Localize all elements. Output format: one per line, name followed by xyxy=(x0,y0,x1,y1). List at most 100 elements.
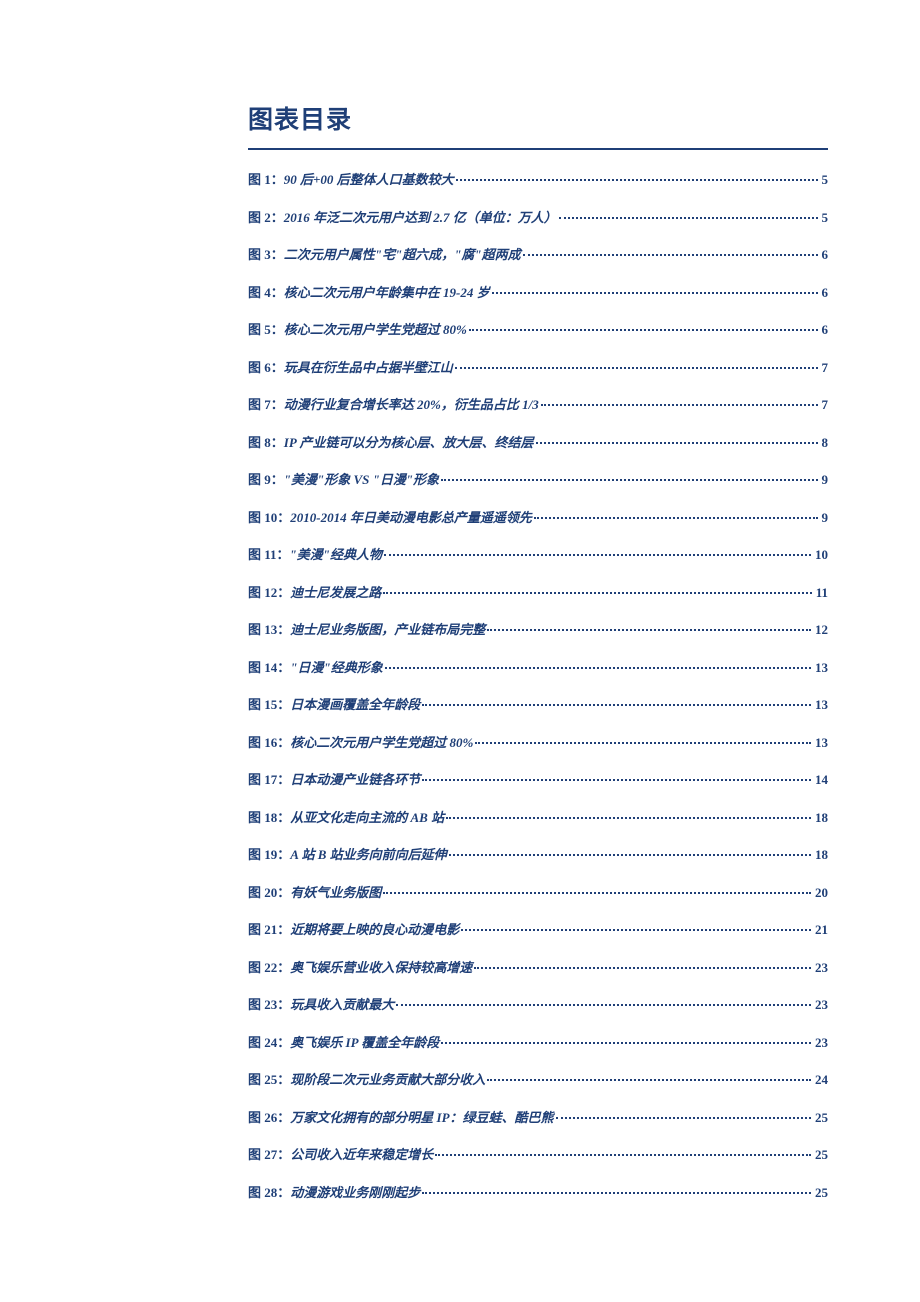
toc-entry-prefix: 图 1： xyxy=(248,170,284,190)
toc-entry-prefix: 图 28： xyxy=(248,1183,290,1203)
toc-entry-page: 21 xyxy=(815,920,828,940)
toc-item: 图 25：现阶段二次元业务贡献大部分收入 24 xyxy=(248,1070,828,1090)
toc-entry-dots xyxy=(541,404,818,406)
toc-entry-dots xyxy=(384,554,811,556)
toc-entry-dots xyxy=(441,479,817,481)
toc-entry-page: 18 xyxy=(815,808,828,828)
toc-entry-prefix: 图 5： xyxy=(248,320,284,340)
toc-entry-page: 20 xyxy=(815,883,828,903)
toc-entry-page: 5 xyxy=(822,170,829,190)
toc-item: 图 6：玩具在衍生品中占据半壁江山7 xyxy=(248,358,828,378)
toc-item: 图 27：公司收入近年来稳定增长25 xyxy=(248,1145,828,1165)
toc-entry-dots xyxy=(385,667,811,669)
toc-entry-label: 迪士尼业务版图，产业链布局完整 xyxy=(290,620,485,640)
toc-entry-dots xyxy=(559,217,818,219)
toc-entry-dots xyxy=(475,742,811,744)
toc-item: 图 15：日本漫画覆盖全年龄段13 xyxy=(248,695,828,715)
toc-entry-label: 玩具在衍生品中占据半壁江山 xyxy=(284,358,453,378)
toc-entry-prefix: 图 17： xyxy=(248,770,290,790)
toc-entry-page: 6 xyxy=(822,320,829,340)
toc-entry-dots xyxy=(455,367,818,369)
toc-entry-page: 25 xyxy=(815,1183,828,1203)
toc-entry-prefix: 图 2： xyxy=(248,208,284,228)
toc-item: 图 14："日漫"经典形象13 xyxy=(248,658,828,678)
toc-entry-label: 现阶段二次元业务贡献大部分收入 xyxy=(290,1070,485,1090)
toc-item: 图 24：奥飞娱乐 IP 覆盖全年龄段 23 xyxy=(248,1033,828,1053)
toc-entry-label: IP 产业链可以分为核心层、放大层、终结层 xyxy=(284,433,534,453)
toc-entry-dots xyxy=(487,1079,811,1081)
toc-entry-prefix: 图 4： xyxy=(248,283,284,303)
toc-entry-dots xyxy=(474,967,811,969)
toc-entry-page: 13 xyxy=(815,658,828,678)
toc-entry-label: "日漫"经典形象 xyxy=(290,658,382,678)
toc-entry-label: 从亚文化走向主流的 AB 站 xyxy=(290,808,444,828)
toc-entry-page: 24 xyxy=(815,1070,828,1090)
toc-entry-prefix: 图 12： xyxy=(248,583,290,603)
toc-list: 图 1：90 后+00 后整体人口基数较大5图 2：2016 年泛二次元用户达到… xyxy=(248,170,828,1202)
toc-entry-prefix: 图 16： xyxy=(248,733,290,753)
toc-entry-page: 6 xyxy=(822,245,829,265)
toc-entry-prefix: 图 10： xyxy=(248,508,290,528)
toc-entry-label: A 站 B 站业务向前向后延伸 xyxy=(290,845,446,865)
toc-entry-page: 23 xyxy=(815,1033,828,1053)
toc-item: 图 28：动漫游戏业务刚刚起步25 xyxy=(248,1183,828,1203)
toc-entry-label: 日本漫画覆盖全年龄段 xyxy=(290,695,420,715)
toc-entry-label: 90 后+00 后整体人口基数较大 xyxy=(284,170,454,190)
toc-entry-prefix: 图 8： xyxy=(248,433,284,453)
toc-item: 图 3：二次元用户属性"宅"超六成，"腐"超两成 6 xyxy=(248,245,828,265)
toc-entry-page: 25 xyxy=(815,1108,828,1128)
toc-entry-dots xyxy=(456,179,818,181)
toc-entry-label: 2016 年泛二次元用户达到 2.7 亿（单位：万人） xyxy=(284,208,557,228)
toc-entry-dots xyxy=(469,329,818,331)
toc-item: 图 17：日本动漫产业链各环节 14 xyxy=(248,770,828,790)
toc-entry-label: 2010-2014 年日美动漫电影总产量遥遥领先 xyxy=(290,508,532,528)
toc-entry-prefix: 图 15： xyxy=(248,695,290,715)
toc-entry-dots xyxy=(422,1192,811,1194)
toc-entry-prefix: 图 9： xyxy=(248,470,284,490)
toc-entry-dots xyxy=(534,517,818,519)
page-container: 图表目录 图 1：90 后+00 后整体人口基数较大5图 2：2016 年泛二次… xyxy=(0,0,920,1280)
toc-item: 图 2：2016 年泛二次元用户达到 2.7 亿（单位：万人） 5 xyxy=(248,208,828,228)
toc-item: 图 22：奥飞娱乐营业收入保持较高增速23 xyxy=(248,958,828,978)
toc-entry-page: 7 xyxy=(822,395,829,415)
toc-entry-label: 迪士尼发展之路 xyxy=(290,583,381,603)
toc-entry-page: 23 xyxy=(815,995,828,1015)
toc-entry-prefix: 图 27： xyxy=(248,1145,290,1165)
toc-entry-dots xyxy=(435,1154,811,1156)
toc-entry-dots xyxy=(536,442,818,444)
toc-entry-dots xyxy=(383,892,811,894)
toc-entry-page: 13 xyxy=(815,733,828,753)
toc-entry-prefix: 图 7： xyxy=(248,395,284,415)
toc-entry-label: 二次元用户属性"宅"超六成，"腐"超两成 xyxy=(284,245,521,265)
toc-entry-label: 万家文化拥有的部分明星 IP：绿豆蛙、酷巴熊 xyxy=(290,1108,553,1128)
toc-entry-prefix: 图 13： xyxy=(248,620,290,640)
toc-entry-dots xyxy=(523,254,818,256)
toc-entry-label: 奥飞娱乐 IP 覆盖全年龄段 xyxy=(290,1033,439,1053)
toc-entry-label: 动漫行业复合增长率达 20%，衍生品占比 1/3 xyxy=(284,395,539,415)
toc-entry-prefix: 图 22： xyxy=(248,958,290,978)
toc-entry-page: 14 xyxy=(815,770,828,790)
toc-item: 图 19：A 站 B 站业务向前向后延伸18 xyxy=(248,845,828,865)
toc-entry-dots xyxy=(446,817,811,819)
toc-entry-prefix: 图 25： xyxy=(248,1070,290,1090)
toc-entry-prefix: 图 3： xyxy=(248,245,284,265)
toc-entry-prefix: 图 24： xyxy=(248,1033,290,1053)
toc-entry-label: 公司收入近年来稳定增长 xyxy=(290,1145,433,1165)
toc-entry-label: 奥飞娱乐营业收入保持较高增速 xyxy=(290,958,472,978)
toc-entry-prefix: 图 21： xyxy=(248,920,290,940)
toc-item: 图 1：90 后+00 后整体人口基数较大 5 xyxy=(248,170,828,190)
toc-entry-prefix: 图 20： xyxy=(248,883,290,903)
toc-item: 图 16：核心二次元用户学生党超过 80%13 xyxy=(248,733,828,753)
toc-item: 图 18：从亚文化走向主流的 AB 站18 xyxy=(248,808,828,828)
toc-item: 图 26：万家文化拥有的部分明星 IP：绿豆蛙、酷巴熊25 xyxy=(248,1108,828,1128)
toc-item: 图 23：玩具收入贡献最大23 xyxy=(248,995,828,1015)
toc-entry-label: 日本动漫产业链各环节 xyxy=(290,770,420,790)
toc-entry-dots xyxy=(492,292,818,294)
toc-entry-page: 5 xyxy=(822,208,829,228)
toc-entry-prefix: 图 11： xyxy=(248,545,290,565)
toc-entry-page: 18 xyxy=(815,845,828,865)
toc-entry-label: 玩具收入贡献最大 xyxy=(290,995,394,1015)
toc-entry-label: 近期将要上映的良心动漫电影 xyxy=(290,920,459,940)
toc-entry-dots xyxy=(422,779,811,781)
toc-entry-dots xyxy=(461,929,811,931)
